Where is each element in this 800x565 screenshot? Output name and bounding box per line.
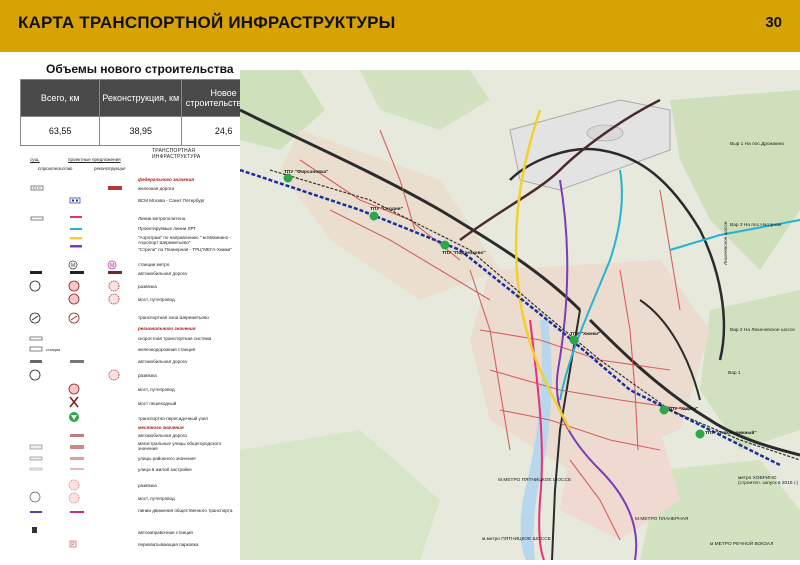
map-label-var1-drozhzhino: Выр 1 На пос.Дрожжино — [730, 142, 785, 147]
volumes-value-row: 63,55 38,95 24,6 — [19, 116, 266, 146]
legend-item-10: мост, путепровод — [138, 297, 175, 302]
svg-text:M: M — [71, 263, 75, 269]
map-label-var3: Вар 3 На пос.Нагорная — [730, 223, 782, 228]
legend-item-20: местного значения — [138, 425, 184, 430]
legend-station-tag: станция — [46, 348, 61, 352]
map-label-metro-pyatnitskoe-2: м.метро ПЯТНИЦКОЕ ШОССЕ — [482, 537, 551, 542]
legend-item-13: скоростная транспортная система — [138, 336, 212, 341]
map-legend: ТРАНСПОРТНАЯ ИНФРАСТРУКТУРА сущ. проектн… — [26, 145, 240, 558]
page-number: 30 — [765, 14, 782, 31]
map-label-firsanovka: ТПУ "Фирсановка" — [284, 170, 329, 175]
legend-item-1: железная дорога — [138, 186, 175, 191]
legend-item-25: развязка — [138, 483, 157, 488]
legend-symbols: M M P — [29, 185, 122, 548]
volumes-col-total: Всего, км — [19, 79, 101, 117]
legend-item-14: железнодорожная станция — [138, 347, 196, 352]
legend-item-24: улица в жилой застройке — [138, 467, 192, 472]
map-label-metro-planernaya: М.МЕТРО ПЛАНЕРНАЯ — [635, 517, 689, 522]
legend-item-15: автомобильная дорога — [138, 359, 187, 364]
legend-item-11: транспортная зона Шереметьево — [138, 315, 209, 320]
legend-item-22: магистральные улицы общегородского значе… — [138, 441, 222, 451]
map-label-skhodnya: ТПУ "Сходня" — [370, 207, 403, 212]
map-canvas — [240, 70, 800, 560]
legend-item-6: "Стрела" по Планерная - ТРЦ"МЕГА-Химки" — [138, 247, 232, 252]
legend-item-12: регионального значения — [138, 326, 196, 331]
page-title: КАРТА ТРАНСПОРТНОЙ ИНФРАСТРУКТУРЫ — [18, 13, 396, 32]
legend-item-19: транспортно-пересадочный узел — [138, 416, 208, 421]
map-label-khimki-1: ТПУ "Химки" — [570, 332, 601, 337]
svg-text:M: M — [110, 263, 114, 269]
legend-item-5: "Аэротрам" по направлению " м.Мякинино -… — [138, 235, 232, 245]
transport-map[interactable]: ТПУ "Фирсановка" ТПУ "Сходня" ТПУ "Подре… — [240, 70, 800, 560]
map-label-metro-khovrino: метро ХОВРИНО (строител. запуск в 2016 г… — [738, 476, 798, 486]
map-label-var1: Вар 1 — [728, 371, 741, 376]
legend-item-23: улицы районного значения — [138, 456, 196, 461]
volumes-col-reconstruction: Реконструкция, км — [99, 79, 183, 117]
map-label-levoberezhny: ТПУ "Левобережный" — [705, 431, 757, 436]
legend-heading: ТРАНСПОРТНАЯ ИНФРАСТРУКТУРА — [152, 148, 201, 160]
legend-item-29: перехватывающая парковка — [138, 542, 199, 547]
legend-item-9: развязка — [138, 284, 157, 289]
legend-item-21: автомобильная дорога — [138, 433, 187, 438]
map-label-likhachevskoe: Лихачевское шоссе — [724, 221, 729, 265]
legend-item-7: станции метро — [138, 262, 170, 267]
legend-item-0: федерального значения — [138, 177, 195, 182]
legend-item-3: Линии метрополитена — [138, 216, 186, 221]
legend-item-8: автомобильная дорога — [138, 271, 187, 276]
volumes-title: Объемы нового строительства — [46, 62, 234, 76]
volumes-table: Всего, км Реконструкция, км Новое строит… — [19, 79, 266, 146]
legend-item-17: мост, путепровод — [138, 387, 175, 392]
header-bar: КАРТА ТРАНСПОРТНОЙ ИНФРАСТРУКТУРЫ 30 — [0, 0, 800, 52]
legend-item-27: линии движения общественного транспорта — [138, 508, 233, 513]
map-label-podrezkovo: ТПУ "Подрезково" — [442, 251, 486, 256]
map-label-var2: Вар 2 На Лихачевское шоссе — [730, 328, 795, 333]
legend-item-4: Проектируемые линии ЛРТ — [138, 226, 197, 231]
map-label-metro-rechnoy: м.МЕТРО РЕЧНОЙ ВОКЗАЛ — [710, 542, 774, 547]
map-label-khimki-2: ТПУ "Химки" — [668, 407, 699, 412]
legend-item-16: развязка — [138, 373, 157, 378]
legend-item-26: мост, путепровод — [138, 496, 175, 501]
volumes-header-row: Всего, км Реконструкция, км Новое строит… — [19, 79, 266, 117]
legend-item-18: мост пешеходный — [138, 401, 177, 406]
volumes-value-total: 63,55 — [19, 116, 101, 146]
legend-item-2: ВСМ Москва - Санкт Петербург — [138, 198, 205, 203]
map-label-metro-pyatnitskoe: М.МЕТРО ПЯТНИЦКОЕ ШОССЕ — [498, 478, 572, 483]
legend-item-28: автозаправочная станция — [138, 530, 193, 535]
volumes-value-reconstruction: 38,95 — [99, 116, 183, 146]
